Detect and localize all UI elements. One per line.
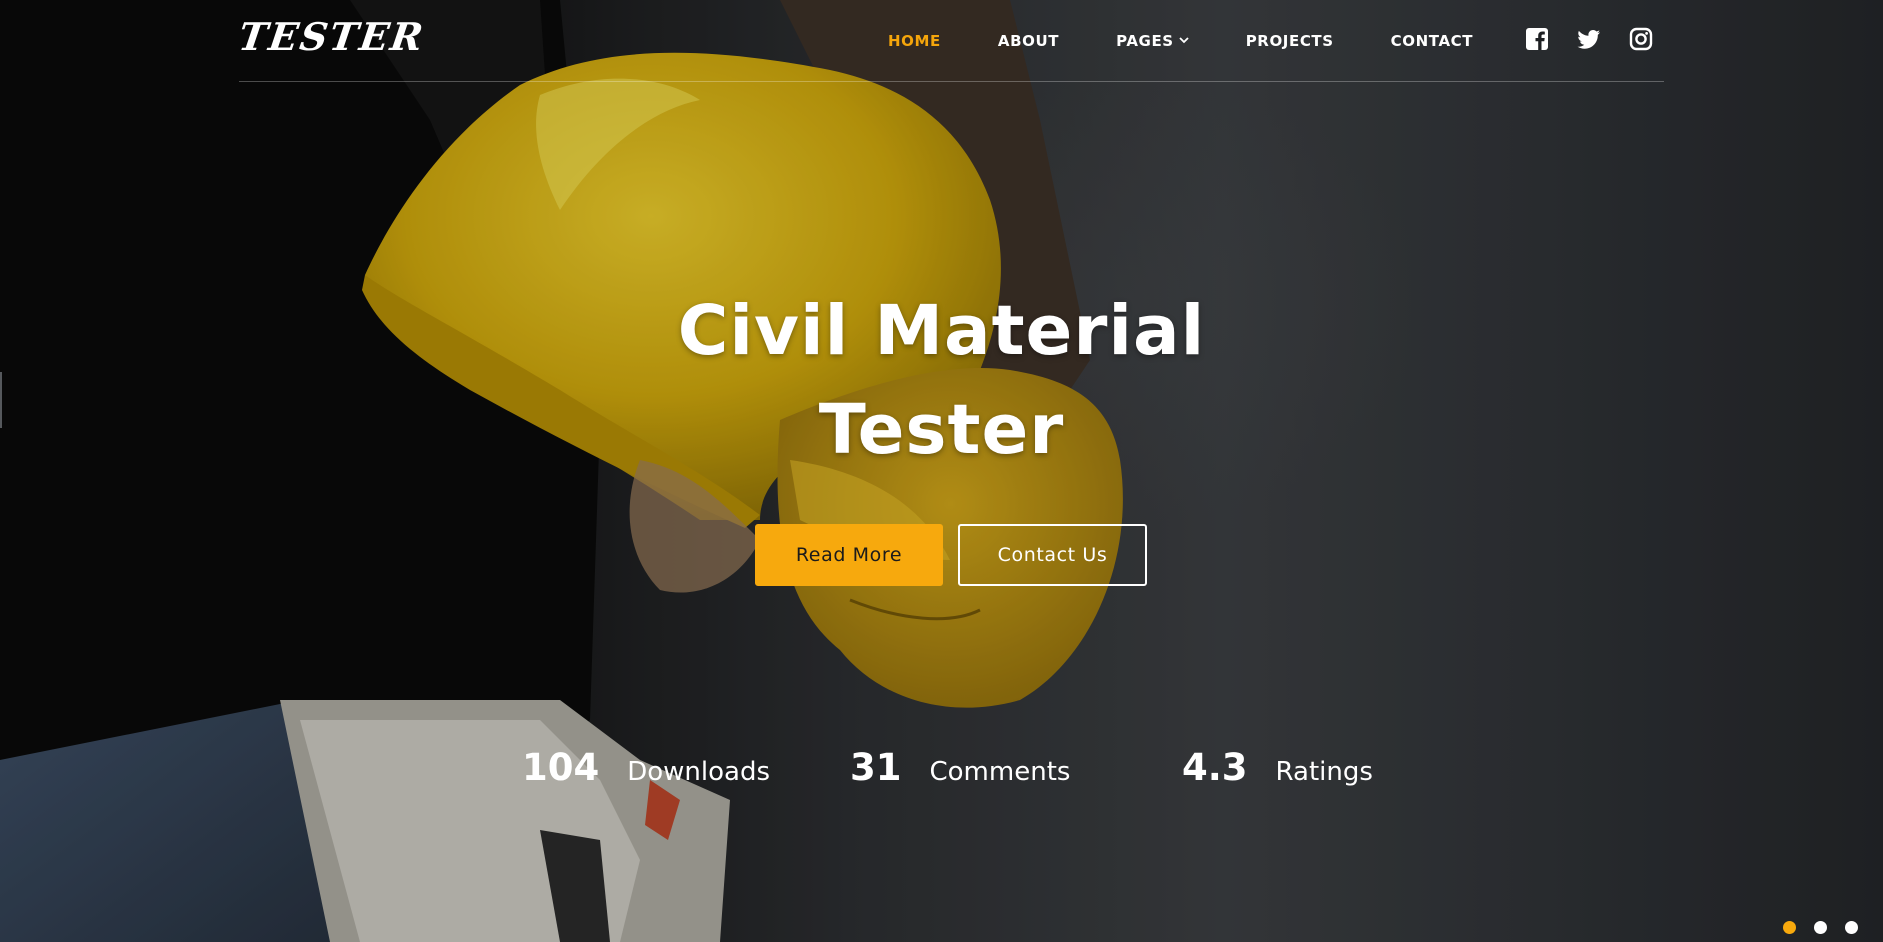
stat-comments: 31 Comments	[850, 746, 1070, 789]
read-more-button[interactable]: Read More	[755, 524, 943, 586]
instagram-icon[interactable]	[1628, 26, 1654, 52]
nav-item-pages[interactable]: PAGES	[1116, 32, 1189, 50]
stat-value: 31	[850, 746, 902, 789]
site-logo[interactable]: TESTER	[236, 14, 428, 59]
stat-downloads: 104 Downloads	[522, 746, 770, 789]
nav-item-projects[interactable]: PROJECTS	[1246, 32, 1334, 50]
chevron-down-icon	[1179, 37, 1189, 44]
hero-title-line-1: Civil Material	[677, 291, 1206, 371]
nav-item-home[interactable]: HOME	[888, 32, 941, 50]
slider-pagination	[1783, 921, 1876, 934]
top-navigation: TESTER HOME ABOUT PAGES PROJECTS CONTACT	[236, 0, 1664, 82]
nav-item-contact[interactable]: CONTACT	[1391, 32, 1473, 50]
nav-item-about[interactable]: ABOUT	[998, 32, 1059, 50]
stat-label: Downloads	[627, 757, 771, 787]
slider-dot-1[interactable]	[1783, 921, 1796, 934]
stat-value: 104	[522, 746, 600, 789]
facebook-icon[interactable]	[1524, 26, 1550, 52]
hero-title-line-2: Tester	[818, 390, 1065, 470]
hero-section: TESTER HOME ABOUT PAGES PROJECTS CONTACT	[0, 0, 1883, 942]
hero-title: Civil Material Tester	[0, 282, 1883, 480]
stat-value: 4.3	[1182, 746, 1248, 789]
slider-dot-2[interactable]	[1814, 921, 1827, 934]
nav-item-pages-label: PAGES	[1116, 32, 1174, 50]
stat-ratings: 4.3 Ratings	[1182, 746, 1373, 789]
social-links	[1524, 26, 1680, 52]
stat-label: Comments	[929, 757, 1071, 787]
slider-dot-3[interactable]	[1845, 921, 1858, 934]
contact-us-button[interactable]: Contact Us	[958, 524, 1147, 586]
stat-label: Ratings	[1275, 757, 1373, 787]
twitter-icon[interactable]	[1576, 26, 1602, 52]
main-menu: HOME ABOUT PAGES PROJECTS CONTACT	[888, 32, 1530, 50]
